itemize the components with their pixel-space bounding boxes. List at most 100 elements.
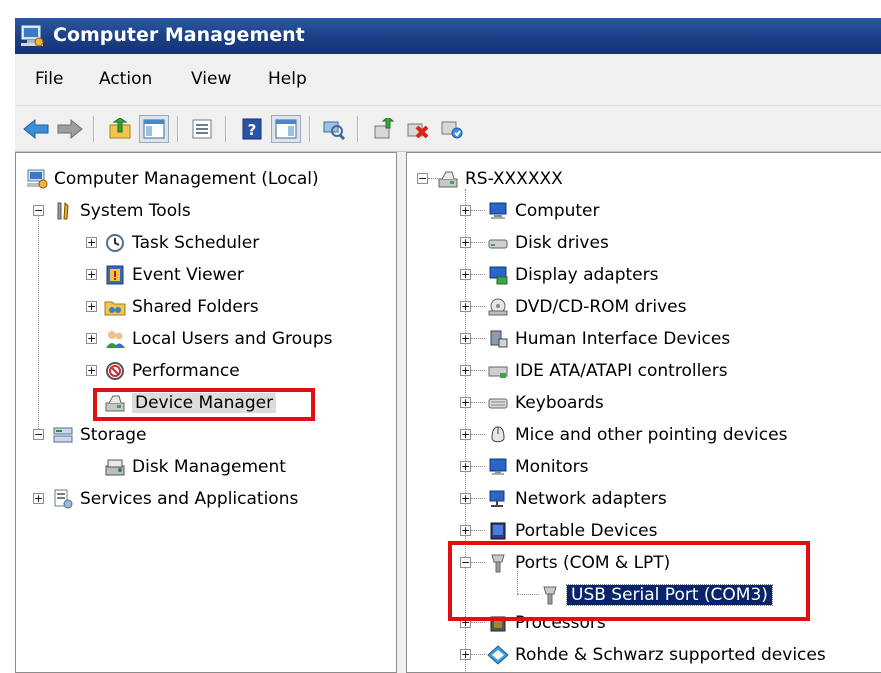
tree-node-storage[interactable]: Storage <box>52 423 147 447</box>
network-adapter-icon <box>489 490 505 507</box>
computer-icon <box>438 171 458 188</box>
tree-node-local-users-and-groups[interactable]: Local Users and Groups <box>104 327 332 351</box>
rs-device-icon <box>487 645 509 665</box>
tree-node-shared-folders[interactable]: Shared Folders <box>104 295 259 319</box>
up-folder-icon <box>109 118 131 139</box>
collapse-toggle[interactable]: − <box>417 173 428 184</box>
back-button[interactable] <box>21 115 51 143</box>
device-category-8[interactable]: Monitors <box>487 455 588 479</box>
dvd-drive-icon <box>488 298 508 316</box>
device-category-10[interactable]: Portable Devices <box>487 519 658 543</box>
services-icon <box>54 489 73 509</box>
device-category-13[interactable]: Rohde & Schwarz supported devices <box>487 643 826 667</box>
device-category-9[interactable]: Network adapters <box>487 487 667 511</box>
device-category-0[interactable]: Computer <box>487 199 600 223</box>
tree-connector <box>471 654 485 655</box>
mouse-icon <box>491 426 505 443</box>
tree-node-label: Rohde & Schwarz supported devices <box>515 645 826 665</box>
collapse-toggle[interactable]: − <box>33 429 44 440</box>
update-driver-button[interactable] <box>369 115 399 143</box>
toolbar-separator <box>225 116 227 142</box>
tree-node-performance[interactable]: Performance <box>104 359 240 383</box>
expand-toggle[interactable]: + <box>460 365 471 376</box>
tree-connector <box>471 530 485 531</box>
expand-toggle[interactable]: + <box>460 397 471 408</box>
forward-button[interactable] <box>55 115 85 143</box>
system-tools-icon <box>57 201 69 220</box>
menu-action[interactable]: Action <box>99 69 152 89</box>
console-tree-pane[interactable]: Computer Management (Local) − System Too… <box>15 152 397 673</box>
help-button[interactable]: ? <box>237 115 267 143</box>
pane-splitter[interactable] <box>397 152 406 673</box>
menu-view[interactable]: View <box>191 69 231 89</box>
tree-node-disk-management[interactable]: Disk Management <box>104 455 286 479</box>
tree-connector <box>38 215 39 439</box>
device-category-2[interactable]: Display adapters <box>487 263 658 287</box>
show-hide-console-tree-button[interactable] <box>139 115 169 143</box>
expand-toggle[interactable]: + <box>460 301 471 312</box>
enable-device-button[interactable] <box>437 115 467 143</box>
storage-icon <box>53 427 73 443</box>
expand-toggle[interactable]: + <box>86 269 97 280</box>
ports-highlight <box>448 541 810 621</box>
expand-toggle[interactable]: + <box>86 333 97 344</box>
display-adapter-icon <box>489 266 508 285</box>
keyboard-icon <box>488 398 508 409</box>
show-hide-action-pane-icon <box>275 119 297 139</box>
tree-node-label: Local Users and Groups <box>132 329 333 349</box>
device-tree-pane[interactable]: − RS-XXXXXX + Computer + Disk drives + Displa… <box>406 152 881 673</box>
tree-node-label: Network adapters <box>515 489 667 509</box>
expand-toggle[interactable]: + <box>460 649 471 660</box>
show-hide-action-pane-button[interactable] <box>271 115 301 143</box>
tree-node-services-and-applications[interactable]: Services and Applications <box>52 487 298 511</box>
performance-icon <box>106 362 124 380</box>
tree-connector <box>471 370 485 371</box>
expand-toggle[interactable]: + <box>460 237 471 248</box>
up-level-button[interactable] <box>105 115 135 143</box>
uninstall-button[interactable] <box>403 115 433 143</box>
expand-toggle[interactable]: + <box>460 269 471 280</box>
tree-node-label: Disk Management <box>132 457 286 477</box>
computer-management-icon <box>21 25 44 47</box>
clock-icon <box>106 234 124 252</box>
tree-node-rs-xxxxxx[interactable]: RS-XXXXXX <box>437 167 563 191</box>
tree-node-label: Monitors <box>515 457 589 477</box>
back-arrow-icon <box>23 118 49 140</box>
expand-toggle[interactable]: + <box>460 333 471 344</box>
tree-connector <box>471 466 485 467</box>
tree-node-system-tools[interactable]: System Tools <box>52 199 191 223</box>
tree-node-label: Services and Applications <box>80 489 299 509</box>
device-category-6[interactable]: Keyboards <box>487 391 604 415</box>
expand-toggle[interactable]: + <box>460 429 471 440</box>
expand-toggle[interactable]: + <box>86 301 97 312</box>
device-category-3[interactable]: DVD/CD-ROM drives <box>487 295 686 319</box>
tree-node-computer-management-local[interactable]: Computer Management (Local) <box>26 167 319 191</box>
tree-node-task-scheduler[interactable]: Task Scheduler <box>104 231 259 255</box>
disk-management-icon <box>105 459 125 476</box>
expand-toggle[interactable]: + <box>460 493 471 504</box>
expand-toggle[interactable]: + <box>460 525 471 536</box>
ide-controller-icon <box>488 366 508 378</box>
tree-connector <box>471 338 485 339</box>
expand-toggle[interactable]: + <box>33 493 44 504</box>
disk-drive-icon <box>488 239 508 249</box>
users-icon <box>106 331 125 348</box>
collapse-toggle[interactable]: − <box>33 205 44 216</box>
tree-connector <box>471 622 485 623</box>
menu-help[interactable]: Help <box>268 69 307 89</box>
device-category-5[interactable]: IDE ATA/ATAPI controllers <box>487 359 728 383</box>
properties-button[interactable] <box>187 115 217 143</box>
expand-toggle[interactable]: + <box>460 205 471 216</box>
expand-toggle[interactable]: + <box>86 365 97 376</box>
tree-node-event-viewer[interactable]: Event Viewer <box>104 263 244 287</box>
device-category-1[interactable]: Disk drives <box>487 231 609 255</box>
device-category-7[interactable]: Mice and other pointing devices <box>487 423 787 447</box>
expand-toggle[interactable]: + <box>86 237 97 248</box>
menu-file[interactable]: File <box>35 69 63 89</box>
device-category-4[interactable]: Human Interface Devices <box>487 327 730 351</box>
expand-toggle[interactable]: + <box>460 461 471 472</box>
window-title: Computer Management <box>53 24 305 46</box>
tree-connector <box>471 402 485 403</box>
scan-hardware-button[interactable] <box>319 115 349 143</box>
tree-node-label: Task Scheduler <box>132 233 260 253</box>
